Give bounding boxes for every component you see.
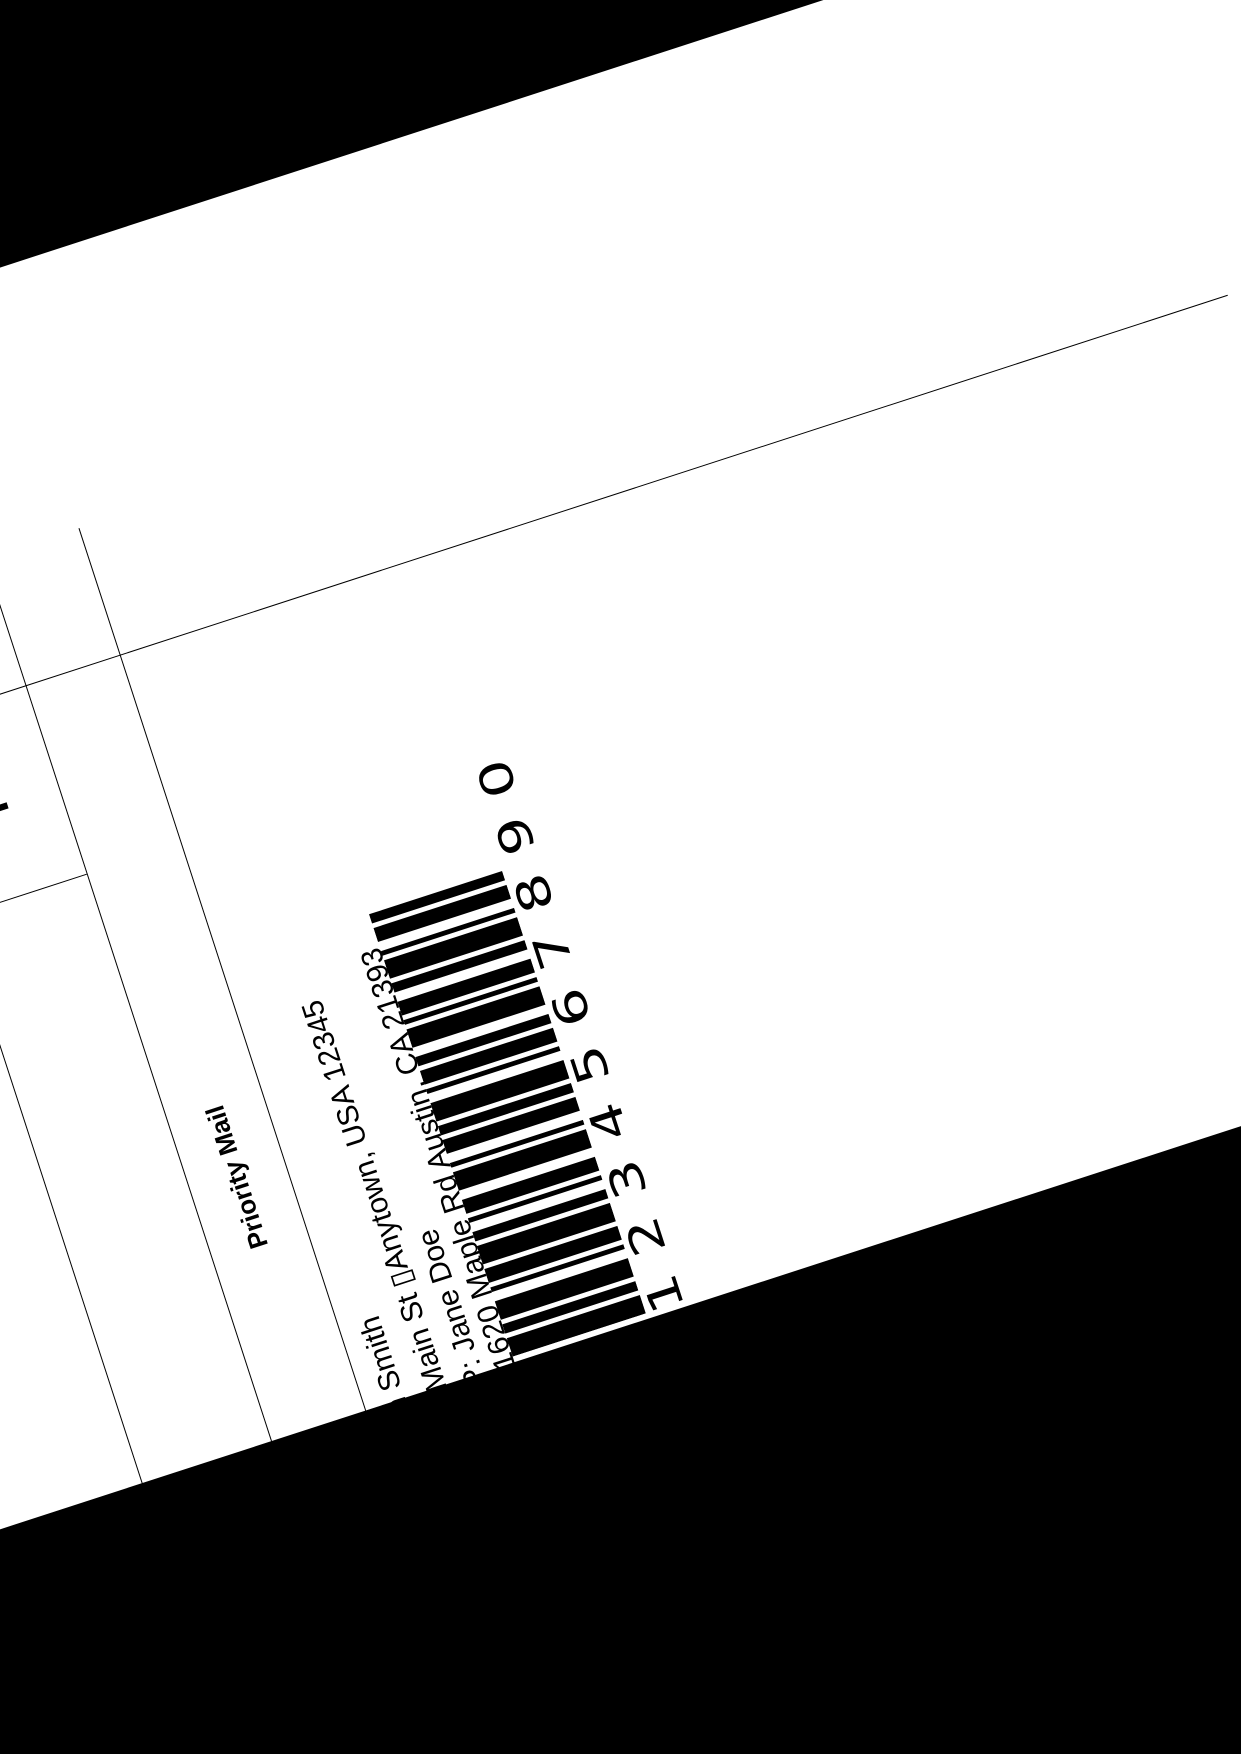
service-code: P [0, 780, 20, 824]
label-divider-address [78, 528, 389, 1480]
document-scene: P Priority Mail John Smith 123 Main St ▯… [0, 0, 1241, 1754]
service-name: Priority Mail [199, 1101, 274, 1253]
